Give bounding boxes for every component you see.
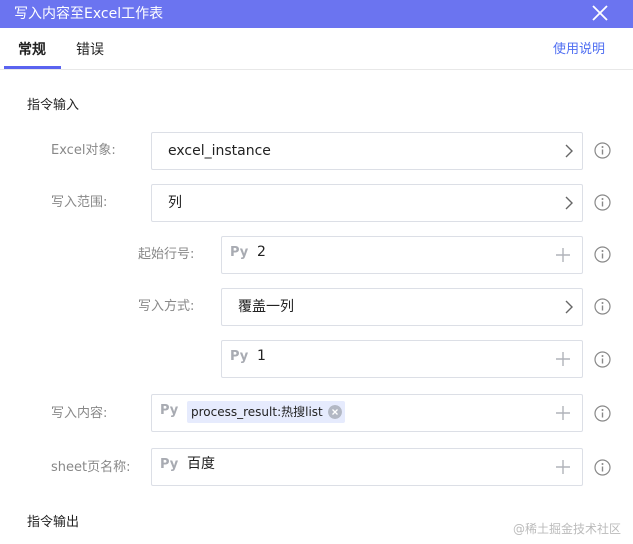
info-icon[interactable] <box>594 194 611 211</box>
info-icon[interactable] <box>594 246 611 263</box>
variable-tag-label: process_result:热搜list <box>191 405 323 419</box>
write-range-value: 列 <box>168 195 182 211</box>
write-mode-value: 覆盖一列 <box>238 299 294 315</box>
excel-object-label: Excel对象: <box>51 143 116 158</box>
python-prefix: Py <box>160 403 179 418</box>
dialog-title: 写入内容至Excel工作表 <box>14 6 164 22</box>
write-range-label: 写入范围: <box>51 195 108 210</box>
write-range-select[interactable]: 列 <box>151 184 583 222</box>
chevron-right-icon <box>565 196 573 210</box>
plus-icon[interactable] <box>555 459 571 475</box>
tab-bar: 常规 错误 使用说明 <box>0 28 633 70</box>
start-row-input[interactable]: Py 2 <box>221 236 583 274</box>
plus-icon[interactable] <box>555 247 571 263</box>
info-icon[interactable] <box>594 142 611 159</box>
plus-icon[interactable] <box>555 351 571 367</box>
section-title-output: 指令输出 <box>27 515 80 530</box>
start-row-label: 起始行号: <box>138 247 195 262</box>
column-index-input[interactable]: Py 1 <box>221 340 583 378</box>
sheet-name-label: sheet页名称: <box>51 460 131 475</box>
start-row-value: 2 <box>257 244 266 260</box>
chevron-right-icon <box>565 300 573 314</box>
remove-tag-icon[interactable] <box>327 405 342 419</box>
plus-icon[interactable] <box>555 405 571 421</box>
write-content-input[interactable]: Py process_result:热搜list <box>151 394 583 432</box>
active-tab-indicator <box>4 66 61 69</box>
excel-object-value: excel_instance <box>168 143 271 159</box>
python-prefix: Py <box>230 349 249 364</box>
tab-error[interactable]: 错误 <box>76 41 104 59</box>
info-icon[interactable] <box>594 298 611 315</box>
help-link[interactable]: 使用说明 <box>553 41 605 59</box>
write-content-label: 写入内容: <box>51 406 108 421</box>
write-mode-select[interactable]: 覆盖一列 <box>221 288 583 326</box>
tab-general[interactable]: 常规 <box>18 41 46 59</box>
excel-object-select[interactable]: excel_instance <box>151 132 583 170</box>
write-mode-label: 写入方式: <box>138 299 195 314</box>
watermark: @稀土掘金技术社区 <box>513 522 622 536</box>
section-title-input: 指令输入 <box>27 98 80 113</box>
info-icon[interactable] <box>594 405 611 422</box>
info-icon[interactable] <box>594 351 611 368</box>
sheet-name-value: 百度 <box>187 456 215 472</box>
close-icon[interactable] <box>590 3 610 23</box>
variable-tag[interactable]: process_result:热搜list <box>187 401 345 423</box>
info-icon[interactable] <box>594 459 611 476</box>
chevron-right-icon <box>565 144 573 158</box>
python-prefix: Py <box>160 457 179 472</box>
sheet-name-input[interactable]: Py 百度 <box>151 448 583 486</box>
column-index-value: 1 <box>257 348 266 364</box>
dialog-titlebar: 写入内容至Excel工作表 <box>0 0 633 28</box>
python-prefix: Py <box>230 245 249 260</box>
